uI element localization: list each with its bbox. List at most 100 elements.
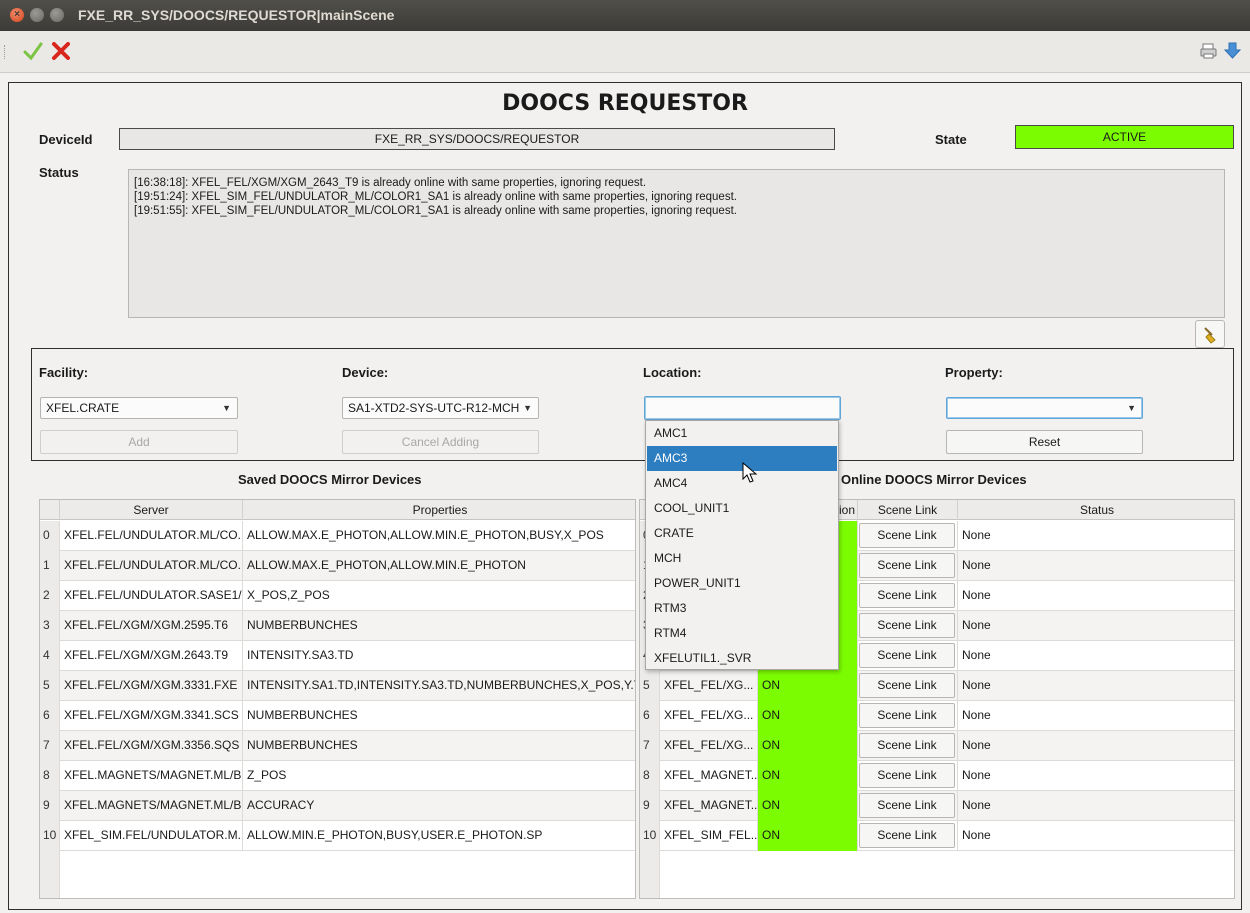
facility-select[interactable]: XFEL.CRATE ▼ <box>40 397 238 419</box>
cancel-adding-button[interactable]: Cancel Adding <box>342 430 539 454</box>
device-label: Device: <box>342 365 389 380</box>
device-cell[interactable]: XFEL_MAGNET... <box>660 791 758 821</box>
reset-button[interactable]: Reset <box>946 430 1143 454</box>
properties-cell[interactable]: ALLOW.MAX.E_PHOTON,ALLOW.MIN.E_PHOTON <box>243 551 635 581</box>
property-select[interactable]: ▼ <box>946 397 1143 419</box>
location-select[interactable] <box>644 396 841 420</box>
server-cell[interactable]: XFEL_SIM.FEL/UNDULATOR.M... <box>60 821 243 851</box>
column-header-server[interactable]: Server <box>60 500 243 520</box>
clear-status-button[interactable] <box>1195 320 1225 348</box>
server-cell[interactable]: XFEL.FEL/UNDULATOR.ML/CO... <box>60 551 243 581</box>
table-row[interactable]: 7 XFEL_FEL/XG... ON Scene Link None <box>640 731 1234 761</box>
dropdown-option[interactable]: RTM4 <box>647 621 837 646</box>
properties-cell[interactable]: X_POS,Z_POS <box>243 581 635 611</box>
properties-cell[interactable]: Z_POS <box>243 761 635 791</box>
server-cell[interactable]: XFEL.FEL/XGM/XGM.2643.T9 <box>60 641 243 671</box>
scene-link-button[interactable]: Scene Link <box>859 583 955 608</box>
add-button[interactable]: Add <box>40 430 238 454</box>
table-row[interactable]: 5 XFEL_FEL/XG... ON Scene Link None <box>640 671 1234 701</box>
properties-cell[interactable]: INTENSITY.SA3.TD <box>243 641 635 671</box>
properties-cell[interactable]: NUMBERBUNCHES <box>243 611 635 641</box>
scene-link-button[interactable]: Scene Link <box>859 553 955 578</box>
row-header-filler <box>40 851 60 898</box>
device-cell[interactable]: XFEL_SIM_FEL... <box>660 821 758 851</box>
scene-link-button[interactable]: Scene Link <box>859 523 955 548</box>
state-cell: ON <box>758 821 858 851</box>
server-cell[interactable]: XFEL.FEL/XGM/XGM.3341.SCS <box>60 701 243 731</box>
column-header-status[interactable]: Status <box>958 500 1234 520</box>
scene-link-cell: Scene Link <box>858 551 958 581</box>
window-close-button[interactable]: × <box>10 8 24 22</box>
table-row[interactable]: 4 XFEL.FEL/XGM/XGM.2643.T9 INTENSITY.SA3.T… <box>40 641 635 671</box>
column-header-scene-link[interactable]: Scene Link <box>858 500 958 520</box>
table-row[interactable]: 10 XFEL_SIM_FEL... ON Scene Link None <box>640 821 1234 851</box>
table-row[interactable]: 8 XFEL.MAGNETS/MAGNET.ML/B... Z_POS <box>40 761 635 791</box>
server-cell[interactable]: XFEL.FEL/UNDULATOR.ML/CO... <box>60 521 243 551</box>
server-cell[interactable]: XFEL.MAGNETS/MAGNET.ML/B... <box>60 791 243 821</box>
device-cell[interactable]: XFEL_FEL/XG... <box>660 671 758 701</box>
table-row[interactable]: 8 XFEL_MAGNET... ON Scene Link None <box>640 761 1234 791</box>
scene-link-button[interactable]: Scene Link <box>859 763 955 788</box>
column-header-properties[interactable]: Properties <box>243 500 635 520</box>
dropdown-option[interactable]: MCH <box>647 546 837 571</box>
device-cell[interactable]: XFEL_MAGNET... <box>660 761 758 791</box>
table-row[interactable]: 1 XFEL.FEL/UNDULATOR.ML/CO... ALLOW.MAX.E_… <box>40 551 635 581</box>
table-row[interactable]: 5 XFEL.FEL/XGM/XGM.3331.FXE INTENSITY.SA1.… <box>40 671 635 701</box>
red-x-icon[interactable] <box>50 40 72 62</box>
scene-link-button[interactable]: Scene Link <box>859 613 955 638</box>
table-row[interactable]: 3 XFEL.FEL/XGM/XGM.2595.T6 NUMBERBUNCHES <box>40 611 635 641</box>
properties-cell[interactable]: NUMBERBUNCHES <box>243 731 635 761</box>
state-cell: ON <box>758 731 858 761</box>
server-cell[interactable]: XFEL.FEL/XGM/XGM.3331.FXE <box>60 671 243 701</box>
table-row[interactable]: 6 XFEL.FEL/XGM/XGM.3341.SCS NUMBERBUNCHES <box>40 701 635 731</box>
server-cell[interactable]: XFEL.FEL/UNDULATOR.SASE1/... <box>60 581 243 611</box>
properties-cell[interactable]: ALLOW.MAX.E_PHOTON,ALLOW.MIN.E_PHOTON,BU… <box>243 521 635 551</box>
server-cell[interactable]: XFEL.FEL/XGM/XGM.3356.SQS <box>60 731 243 761</box>
status-log[interactable]: [16:38:18]: XFEL_FEL/XGM/XGM_2643_T9 is … <box>128 169 1225 318</box>
saved-devices-table[interactable]: Server Properties 0 XFEL.FEL/UNDULATOR.ML… <box>39 499 636 899</box>
table-row[interactable]: 10 XFEL_SIM.FEL/UNDULATOR.M... ALLOW.MIN.E… <box>40 821 635 851</box>
scene-link-button[interactable]: Scene Link <box>859 793 955 818</box>
scene-link-cell: Scene Link <box>858 791 958 821</box>
dropdown-option[interactable]: COOL_UNIT1 <box>647 496 837 521</box>
printer-icon[interactable] <box>1198 40 1220 62</box>
chevron-down-icon: ▼ <box>1127 403 1136 413</box>
window-minimize-button[interactable] <box>30 8 44 22</box>
scene-link-button[interactable]: Scene Link <box>859 673 955 698</box>
scene-link-button[interactable]: Scene Link <box>859 733 955 758</box>
toolbar-grip[interactable] <box>4 45 6 59</box>
properties-cell[interactable]: INTENSITY.SA1.TD,INTENSITY.SA3.TD,NUMBER… <box>243 671 635 701</box>
checkmark-icon[interactable] <box>22 40 44 62</box>
server-cell[interactable]: XFEL.MAGNETS/MAGNET.ML/B... <box>60 761 243 791</box>
scene-link-button[interactable]: Scene Link <box>859 703 955 728</box>
state-cell: ON <box>758 701 858 731</box>
window-maximize-button[interactable] <box>50 8 64 22</box>
dropdown-option[interactable]: CRATE <box>647 521 837 546</box>
status-cell: None <box>962 828 991 842</box>
device-select[interactable]: SA1-XTD2-SYS-UTC-R12-MCH ▼ <box>342 397 539 419</box>
properties-cell[interactable]: ACCURACY <box>243 791 635 821</box>
location-dropdown[interactable]: AMC1 AMC3 AMC4 COOL_UNIT1 CRATE MCH POWER_UNIT… <box>645 420 839 670</box>
table-row[interactable]: 2 XFEL.FEL/UNDULATOR.SASE1/... X_POS,Z_POS <box>40 581 635 611</box>
table-row[interactable]: 9 XFEL.MAGNETS/MAGNET.ML/B... ACCURACY <box>40 791 635 821</box>
dropdown-option[interactable]: POWER_UNIT1 <box>647 571 837 596</box>
server-cell[interactable]: XFEL.FEL/XGM/XGM.2595.T6 <box>60 611 243 641</box>
table-row[interactable]: 7 XFEL.FEL/XGM/XGM.3356.SQS NUMBERBUNCHES <box>40 731 635 761</box>
dropdown-option[interactable]: XFELUTIL1._SVR <box>647 646 837 671</box>
scene-link-button[interactable]: Scene Link <box>859 643 955 668</box>
scene-link-button[interactable]: Scene Link <box>859 823 955 848</box>
table-row[interactable]: 6 XFEL_FEL/XG... ON Scene Link None <box>640 701 1234 731</box>
dropdown-option[interactable]: AMC1 <box>647 421 837 446</box>
device-cell[interactable]: XFEL_FEL/XG... <box>660 731 758 761</box>
download-arrow-icon[interactable] <box>1222 40 1244 62</box>
dropdown-option[interactable]: RTM3 <box>647 596 837 621</box>
properties-cell[interactable]: NUMBERBUNCHES <box>243 701 635 731</box>
chevron-down-icon: ▼ <box>222 403 231 413</box>
table-row[interactable]: 0 XFEL.FEL/UNDULATOR.ML/CO... ALLOW.MAX.E_… <box>40 521 635 551</box>
table-header: Server Properties <box>40 500 635 520</box>
table-row[interactable]: 9 XFEL_MAGNET... ON Scene Link None <box>640 791 1234 821</box>
device-cell[interactable]: XFEL_FEL/XG... <box>660 701 758 731</box>
state-cell: ON <box>758 671 858 701</box>
properties-cell[interactable]: ALLOW.MIN.E_PHOTON,BUSY,USER.E_PHOTON.SP <box>243 821 635 851</box>
row-number: 6 <box>40 701 60 731</box>
